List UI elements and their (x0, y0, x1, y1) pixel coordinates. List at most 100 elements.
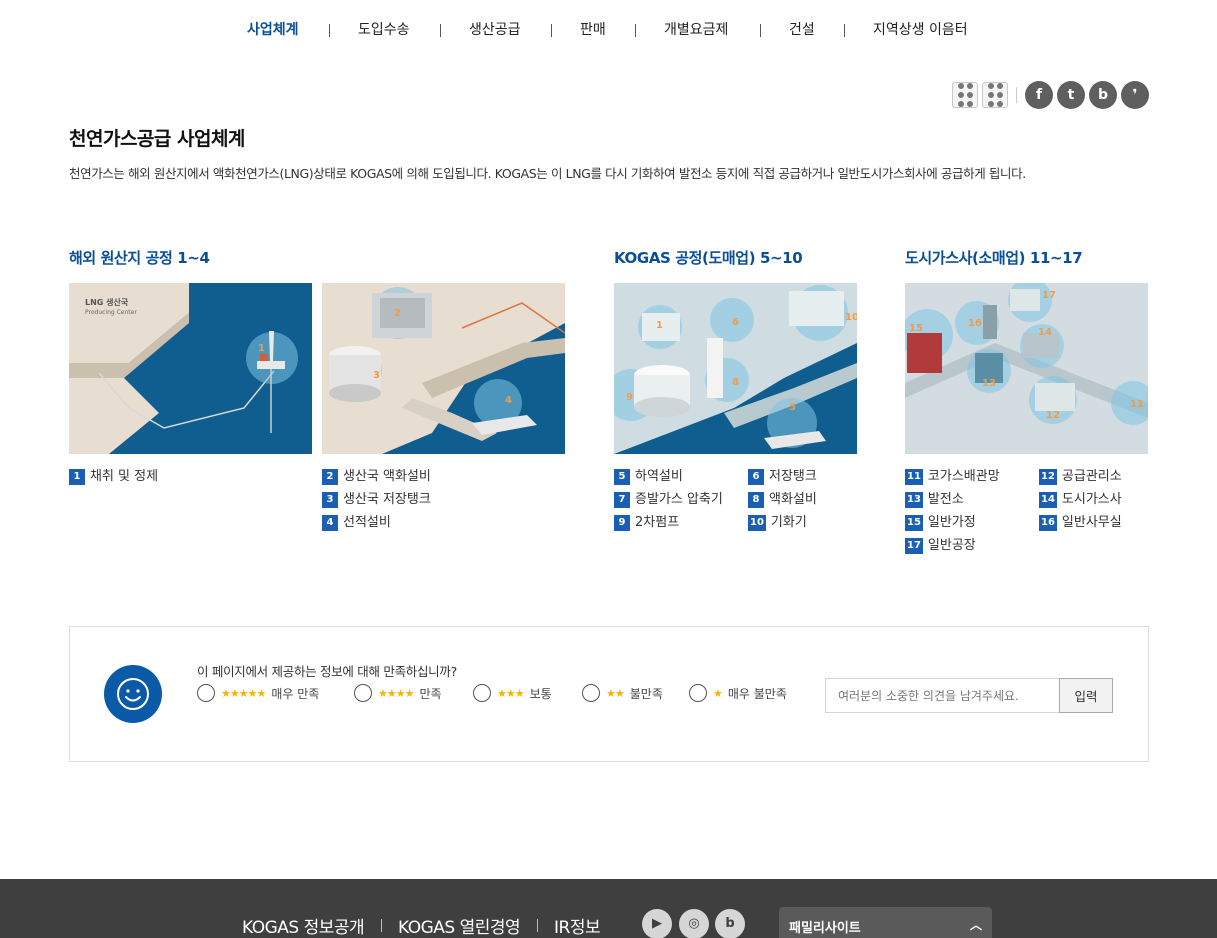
star-icon: ★★★★ (378, 686, 414, 700)
tab-individual-rate[interactable]: 개별요금제 (664, 18, 728, 42)
star-icon: ★★ (606, 686, 625, 700)
legend-number: 2 (322, 469, 338, 485)
tab-production-supply[interactable]: 생산공급 (469, 18, 521, 42)
legend-label: 발전소 (927, 492, 964, 507)
illustration-city-gas-distribution: 15 16 17 14 13 12 11 (905, 283, 1148, 454)
rating-very-satisfied[interactable]: ★★★★★ 매우 만족 (197, 683, 319, 703)
family-site-label: 패밀리사이트 (789, 921, 861, 936)
qr-code-icon[interactable] (952, 82, 978, 108)
rating-label: 만족 (419, 686, 442, 701)
legend-number: 14 (1039, 492, 1057, 508)
qr-code-alt-icon[interactable] (982, 82, 1008, 108)
legend-number: 10 (748, 515, 766, 531)
youtube-icon[interactable]: ▶ (642, 909, 672, 938)
legend-number: 17 (905, 538, 923, 554)
star-icon: ★ (713, 686, 723, 700)
list-item: 6 저장탱크 (748, 468, 817, 486)
rating-label: 불만족 (629, 686, 663, 701)
list-item: 5 하역설비 (614, 468, 723, 486)
rating-label: 매우 불만족 (727, 686, 787, 701)
footer-link-open-management[interactable]: KOGAS 열린경영 (398, 913, 521, 938)
legend-number: 9 (614, 515, 630, 531)
twitter-icon[interactable]: t (1057, 81, 1085, 109)
rating-very-dissatisfied[interactable]: ★ 매우 불만족 (689, 683, 787, 703)
svg-text:9: 9 (626, 392, 633, 403)
legend-label: 일반가정 (927, 515, 976, 530)
legend-label: 증발가스 압축기 (635, 492, 723, 507)
legend-number: 13 (905, 492, 923, 508)
legend-city-gas-col2: 12 공급관리소 14 도시가스사 16 일반사무실 (1039, 468, 1122, 532)
chevron-up-icon: ︿ (969, 918, 982, 932)
family-site-select[interactable]: 패밀리사이트 ︿ (779, 907, 992, 938)
blog-icon[interactable]: b (715, 909, 745, 938)
tab-sales[interactable]: 판매 (580, 18, 606, 42)
nav-divider (760, 24, 761, 37)
page-title: 천연가스공급 사업체계 (69, 128, 245, 150)
svg-text:6: 6 (732, 317, 739, 328)
list-item: 9 2차펌프 (614, 514, 723, 532)
footer-link-ir-info[interactable]: IR정보 (554, 913, 601, 938)
radio-button[interactable] (689, 684, 707, 702)
legend-number: 16 (1039, 515, 1057, 531)
radio-button[interactable] (473, 684, 491, 702)
share-toolbar: f t b ❜ (952, 81, 1149, 109)
legend-number: 5 (614, 469, 630, 485)
footer-link-info-disclosure[interactable]: KOGAS 정보공개 (242, 913, 365, 938)
legend-number: 15 (905, 515, 923, 531)
radio-button[interactable] (582, 684, 600, 702)
legend-label: 생산국 저장탱크 (343, 492, 431, 507)
list-item: 2 생산국 액화설비 (322, 468, 431, 486)
legend-number: 12 (1039, 469, 1057, 485)
list-item: 17 일반공장 (905, 537, 1000, 555)
svg-text:11: 11 (1130, 399, 1144, 410)
tab-business-system[interactable]: 사업체계 (247, 18, 299, 42)
svg-text:16: 16 (968, 318, 982, 329)
kakaostory-icon[interactable]: ❜ (1121, 81, 1149, 109)
submit-button[interactable]: 입력 (1059, 678, 1113, 713)
illustration-producing-center: 1 LNG 생산국 Producing Center (69, 283, 312, 454)
tab-regional-cooperation[interactable]: 지역상생 이음터 (873, 18, 968, 42)
rating-neutral[interactable]: ★★★ 보통 (473, 683, 552, 703)
rating-dissatisfied[interactable]: ★★ 불만족 (582, 683, 663, 703)
illustration-kogas-terminal: 1 6 10 9 8 5 (614, 283, 857, 454)
nav-divider (635, 24, 636, 37)
nav-divider (844, 24, 845, 37)
list-item: 13 발전소 (905, 491, 1000, 509)
radio-button[interactable] (197, 684, 215, 702)
nav-divider (440, 24, 441, 37)
svg-text:5: 5 (789, 402, 796, 413)
legend-label: 하역설비 (635, 469, 683, 484)
svg-text:12: 12 (1046, 410, 1060, 421)
legend-label: 코가스배관망 (927, 469, 1000, 484)
legend-label: 일반사무실 (1061, 515, 1122, 530)
tab-import-transport[interactable]: 도입수송 (358, 18, 410, 42)
facebook-icon[interactable]: f (1025, 81, 1053, 109)
map-label-producing-country: LNG 생산국 (85, 298, 129, 307)
illustration-liquefaction-plant: 2 3 4 (322, 283, 565, 454)
legend-city-gas-col1: 11 코가스배관망 13 발전소 15 일반가정 17 일반공장 (905, 468, 1000, 555)
list-item: 14 도시가스사 (1039, 491, 1122, 509)
rating-label: 보통 (529, 686, 552, 701)
rating-satisfied[interactable]: ★★★★ 만족 (354, 683, 442, 703)
stage-title-city-gas: 도시가스사(소매업) 11~17 (905, 249, 1083, 267)
legend-number: 1 (69, 469, 85, 485)
svg-text:2: 2 (394, 308, 401, 319)
svg-text:15: 15 (909, 323, 923, 334)
svg-text:14: 14 (1038, 327, 1052, 338)
radio-button[interactable] (354, 684, 372, 702)
legend-number: 11 (905, 469, 923, 485)
tab-construction[interactable]: 건설 (789, 18, 815, 42)
svg-text:17: 17 (1042, 290, 1056, 301)
legend-number: 6 (748, 469, 764, 485)
legend-number: 7 (614, 492, 630, 508)
footer-divider (381, 919, 382, 932)
blog-icon[interactable]: b (1089, 81, 1117, 109)
legend-kogas-col2: 6 저장탱크 8 액화설비 10 기화기 (748, 468, 817, 532)
stage-title-kogas: KOGAS 공정(도매업) 5~10 (614, 249, 803, 267)
instagram-icon[interactable]: ◎ (679, 909, 709, 938)
legend-label: 도시가스사 (1061, 492, 1122, 507)
svg-text:10: 10 (845, 312, 857, 323)
legend-label: 저장탱크 (769, 469, 817, 484)
opinion-input[interactable] (825, 678, 1059, 713)
nav-divider (551, 24, 552, 37)
